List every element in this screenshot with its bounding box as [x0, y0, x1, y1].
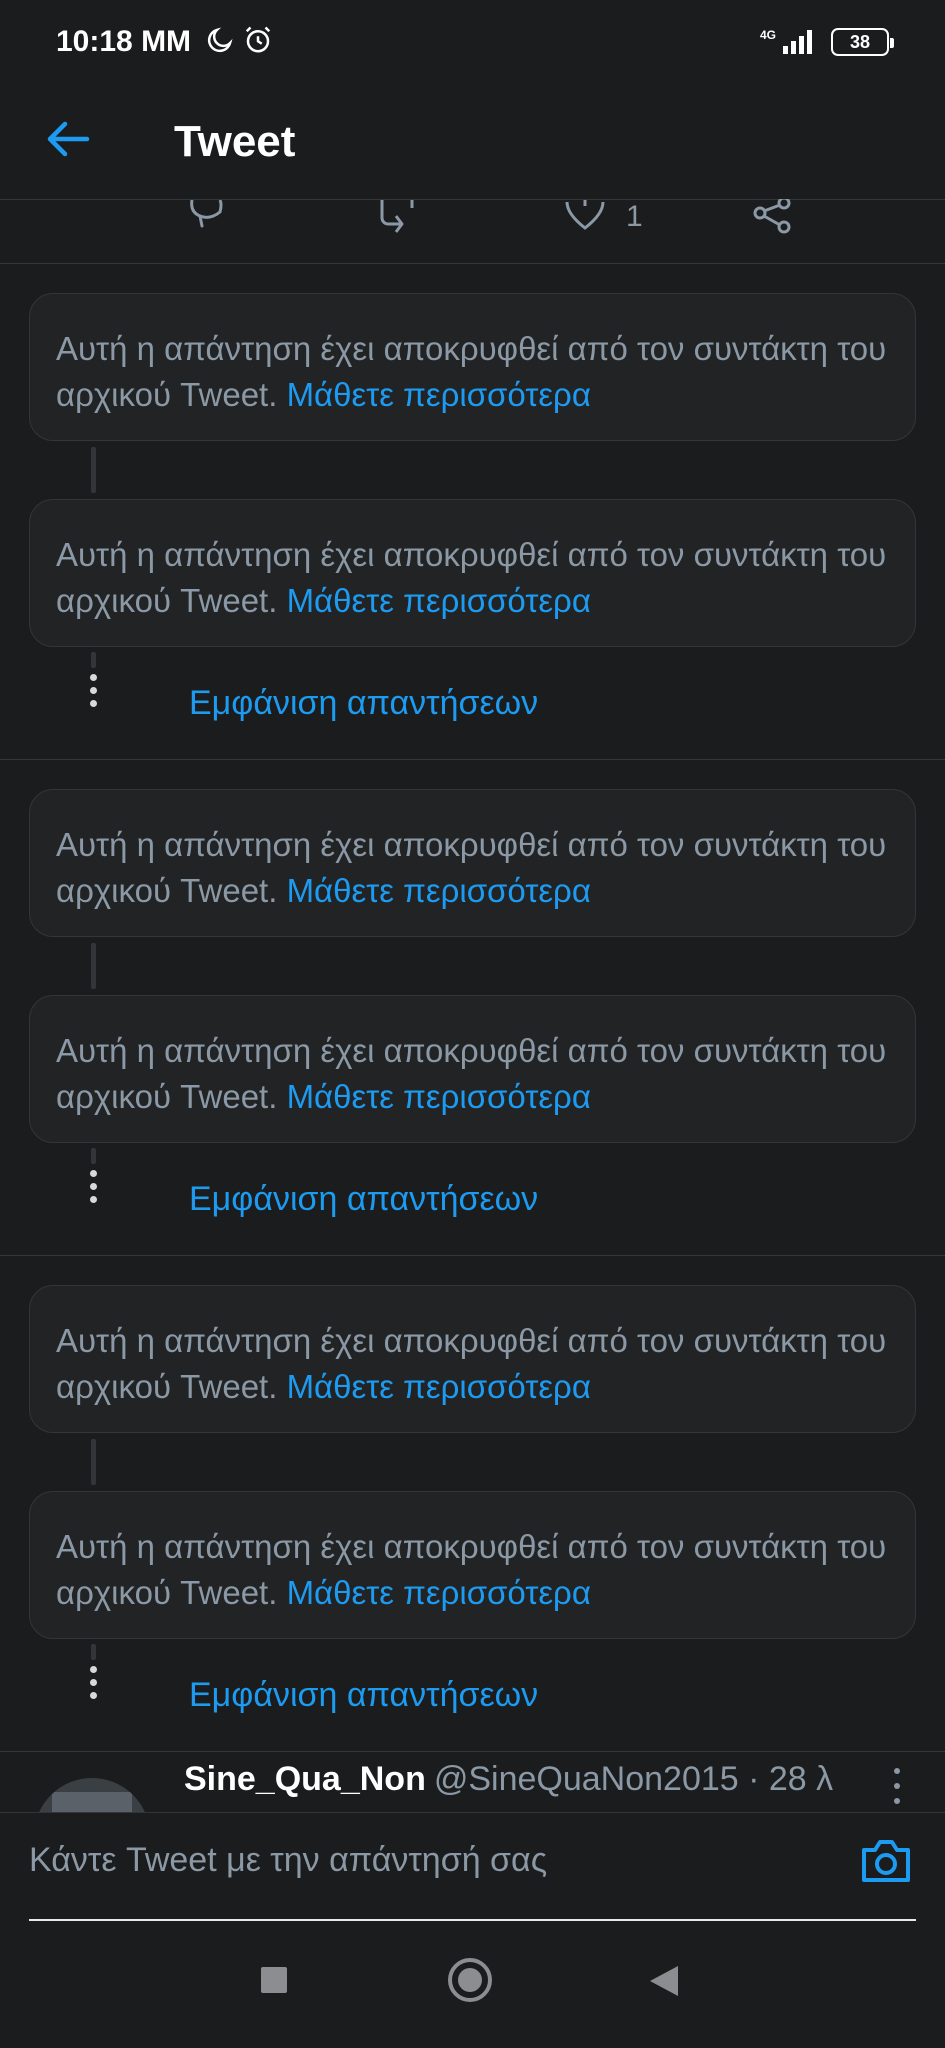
battery-icon: 38 — [831, 28, 894, 56]
learn-more-link[interactable]: Μάθετε περισσότερα — [287, 582, 591, 619]
alarm-icon — [243, 25, 273, 60]
reply-input[interactable]: Κάντε Tweet με την απάντησή σας — [29, 1841, 547, 1880]
back-nav-button[interactable] — [648, 1964, 680, 2003]
more-replies-dots — [90, 1644, 97, 1699]
hidden-reply-card: Αυτή η απάντηση έχει αποκρυφθεί από τον … — [29, 1285, 916, 1433]
hidden-reply-card: Αυτή η απάντηση έχει αποκρυφθεί από τον … — [29, 293, 916, 441]
header: Tweet — [0, 84, 945, 200]
home-button[interactable] — [446, 1956, 494, 2009]
tweet-preview[interactable]: Sine_Qua_Non @SineQuaNon2015 · 28 λ — [0, 1752, 945, 1812]
network-icon: 4G — [760, 28, 819, 56]
learn-more-link[interactable]: Μάθετε περισσότερα — [287, 1368, 591, 1405]
hidden-reply-card: Αυτή η απάντηση έχει αποκρυφθεί από τον … — [29, 789, 916, 937]
more-replies-dots — [90, 1148, 97, 1203]
tweet-display-name: Sine_Qua_Non — [184, 1760, 426, 1798]
learn-more-link[interactable]: Μάθετε περισσότερα — [287, 1078, 591, 1115]
more-options-icon[interactable] — [890, 1768, 904, 1804]
divider — [0, 759, 945, 760]
thread-line — [91, 1439, 96, 1485]
divider — [0, 1255, 945, 1256]
circle-icon — [446, 1956, 494, 2009]
retweet-icon — [374, 200, 420, 234]
reply-composer: Κάντε Tweet με την απάντησή σας — [0, 1812, 945, 1924]
show-replies-link[interactable]: Εμφάνιση απαντήσεων — [189, 1676, 538, 1715]
tweet-actions: 1 — [0, 199, 945, 264]
network-type: 4G — [759, 28, 776, 42]
page-title: Tweet — [174, 116, 296, 166]
camera-button[interactable] — [858, 1835, 914, 1891]
battery-level: 38 — [849, 31, 871, 52]
learn-more-link[interactable]: Μάθετε περισσότερα — [287, 872, 591, 909]
more-replies-dots — [90, 652, 97, 707]
tweet-handle-time: @SineQuaNon2015 · 28 λ — [433, 1760, 834, 1798]
comment-icon — [186, 200, 226, 234]
show-replies-link[interactable]: Εμφάνιση απαντήσεων — [189, 1180, 538, 1219]
share-icon — [752, 199, 794, 235]
navigation-bar — [0, 1924, 945, 2048]
moon-icon — [205, 25, 235, 60]
recents-button[interactable] — [258, 1964, 290, 2001]
input-underline — [29, 1919, 916, 1921]
back-button[interactable] — [28, 102, 108, 182]
like-button[interactable]: 1 — [564, 200, 643, 234]
status-time: 10:18 ΜΜ — [56, 25, 192, 58]
hidden-reply-card: Αυτή η απάντηση έχει αποκρυφθεί από τον … — [29, 995, 916, 1143]
avatar[interactable] — [34, 1778, 150, 1812]
triangle-back-icon — [648, 1964, 680, 2003]
hidden-reply-card: Αυτή η απάντηση έχει αποκρυφθεί από τον … — [29, 499, 916, 647]
like-count: 1 — [626, 200, 643, 233]
learn-more-link[interactable]: Μάθετε περισσότερα — [287, 376, 591, 413]
show-replies-link[interactable]: Εμφάνιση απαντήσεων — [189, 684, 538, 723]
thread-line — [91, 447, 96, 493]
square-icon — [258, 1964, 290, 2001]
arrow-left-icon — [45, 119, 91, 164]
reply-button[interactable] — [186, 200, 226, 234]
camera-icon — [860, 1838, 912, 1889]
hidden-reply-card: Αυτή η απάντηση έχει αποκρυφθεί από τον … — [29, 1491, 916, 1639]
thread-line — [91, 943, 96, 989]
learn-more-link[interactable]: Μάθετε περισσότερα — [287, 1574, 591, 1611]
heart-icon — [564, 200, 606, 234]
status-bar: 10:18 ΜΜ 4G 38 — [0, 0, 945, 84]
share-button[interactable] — [752, 199, 794, 235]
retweet-button[interactable] — [374, 200, 420, 234]
